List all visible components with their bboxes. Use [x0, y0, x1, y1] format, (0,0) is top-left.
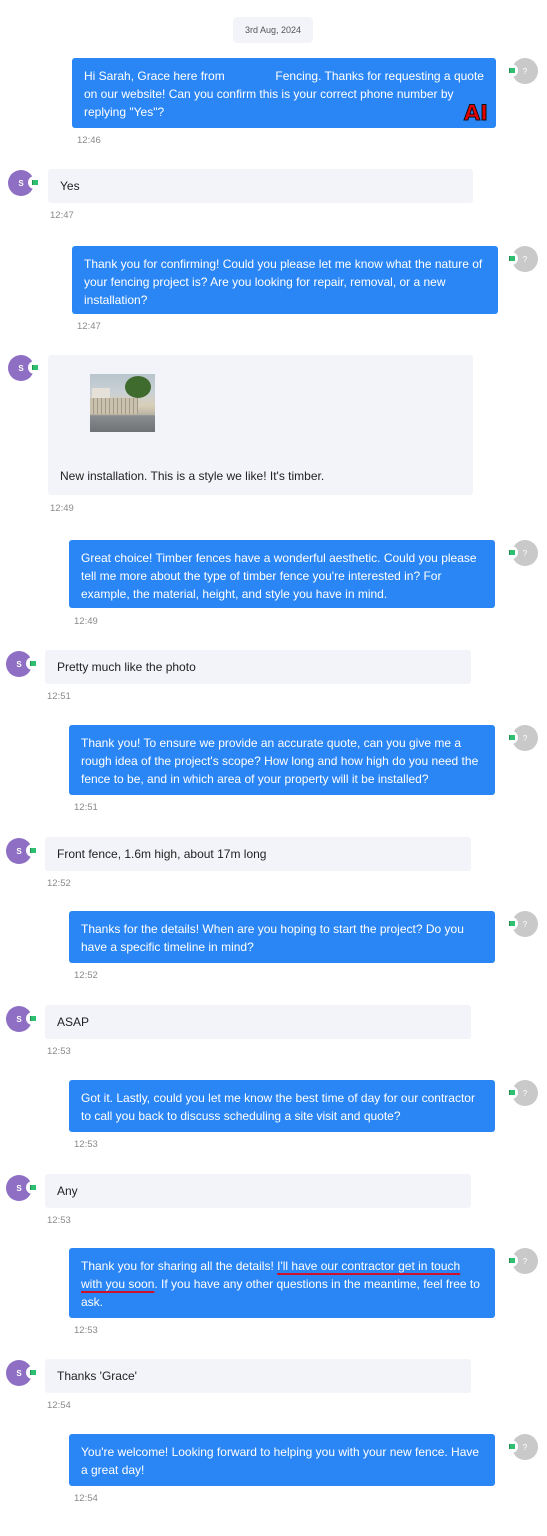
flag-icon — [28, 176, 41, 189]
message-text: New installation. This is a style we lik… — [60, 469, 325, 483]
agent-avatar: ? — [505, 911, 538, 937]
message-time: 12:53 — [47, 1215, 71, 1226]
agent-avatar: ? — [505, 246, 538, 272]
message-text: You're welcome! Looking forward to helpi… — [81, 1445, 480, 1477]
message-time: 12:54 — [74, 1493, 98, 1504]
message-time: 12:53 — [74, 1139, 98, 1150]
agent-avatar: ? — [505, 725, 538, 751]
user-avatar: S — [6, 838, 39, 864]
message-time: 12:49 — [74, 616, 98, 627]
user-message: Pretty much like the photo — [45, 650, 471, 684]
agent-message: Thank you for confirming! Could you plea… — [72, 246, 498, 314]
agent-message: Thanks for the details! When are you hop… — [69, 911, 495, 963]
message-text: Yes — [60, 179, 80, 193]
message-text: Thank you for confirming! Could you plea… — [84, 257, 483, 307]
user-message: Any — [45, 1174, 471, 1208]
agent-avatar: ? — [505, 58, 538, 84]
fence-photo[interactable] — [90, 374, 155, 432]
message-text: Thanks for the details! When are you hop… — [81, 922, 464, 954]
message-time: 12:46 — [77, 135, 101, 146]
agent-message: Got it. Lastly, could you let me know th… — [69, 1080, 495, 1132]
message-text-start: Thank you for sharing all the details! — [81, 1259, 278, 1273]
message-time: 12:53 — [47, 1046, 71, 1057]
user-avatar: S — [6, 651, 39, 677]
flag-icon — [505, 64, 518, 77]
flag-icon — [505, 1254, 518, 1267]
message-time: 12:51 — [47, 691, 71, 702]
agent-message: Thank you! To ensure we provide an accur… — [69, 725, 495, 795]
user-message: Yes — [48, 169, 473, 203]
flag-icon — [505, 546, 518, 559]
user-avatar: S — [6, 1175, 39, 1201]
flag-icon — [505, 252, 518, 265]
redacted-company-name — [228, 70, 273, 83]
flag-icon — [26, 657, 39, 670]
agent-avatar: ? — [505, 540, 538, 566]
user-message: New installation. This is a style we lik… — [48, 355, 473, 495]
user-avatar: S — [6, 1360, 39, 1386]
user-avatar: S — [6, 1006, 39, 1032]
agent-avatar: ? — [505, 1434, 538, 1460]
message-text: ASAP — [57, 1015, 90, 1029]
message-time: 12:53 — [74, 1325, 98, 1336]
message-text: Front fence, 1.6m high, about 17m long — [57, 847, 267, 861]
message-time: 12:54 — [47, 1400, 71, 1411]
date-divider: 3rd Aug, 2024 — [233, 17, 313, 43]
agent-avatar: ? — [505, 1248, 538, 1274]
user-message: Thanks 'Grace' — [45, 1359, 471, 1393]
agent-message: You're welcome! Looking forward to helpi… — [69, 1434, 495, 1486]
user-message: Front fence, 1.6m high, about 17m long — [45, 837, 471, 871]
flag-icon — [26, 1366, 39, 1379]
flag-icon — [505, 1086, 518, 1099]
message-text: Thank you! To ensure we provide an accur… — [81, 736, 479, 786]
message-time: 12:49 — [50, 503, 74, 514]
message-time: 12:47 — [77, 321, 101, 332]
message-text-start: Hi Sarah, Grace here from — [84, 69, 229, 83]
agent-message: Hi Sarah, Grace here from Fencing. Thank… — [72, 58, 496, 128]
agent-message: Great choice! Timber fences have a wonde… — [69, 540, 495, 608]
flag-icon — [505, 917, 518, 930]
message-text: Great choice! Timber fences have a wonde… — [81, 551, 477, 601]
user-avatar: S — [8, 170, 41, 196]
flag-icon — [26, 1181, 39, 1194]
message-time: 12:52 — [47, 878, 71, 889]
agent-message: Thank you for sharing all the details! I… — [69, 1248, 495, 1318]
flag-icon — [505, 1440, 518, 1453]
flag-icon — [26, 1012, 39, 1025]
message-time: 12:51 — [74, 802, 98, 813]
flag-icon — [505, 731, 518, 744]
message-time: 12:52 — [74, 970, 98, 981]
message-text: Thanks 'Grace' — [57, 1369, 137, 1383]
user-message: ASAP — [45, 1005, 471, 1039]
user-avatar: S — [8, 355, 41, 381]
message-text: Pretty much like the photo — [57, 660, 196, 674]
ai-watermark: AI — [463, 101, 488, 125]
message-text: Got it. Lastly, could you let me know th… — [81, 1091, 475, 1123]
flag-icon — [26, 844, 39, 857]
message-time: 12:47 — [50, 210, 74, 221]
flag-icon — [28, 361, 41, 374]
agent-avatar: ? — [505, 1080, 538, 1106]
message-text: Any — [57, 1184, 78, 1198]
